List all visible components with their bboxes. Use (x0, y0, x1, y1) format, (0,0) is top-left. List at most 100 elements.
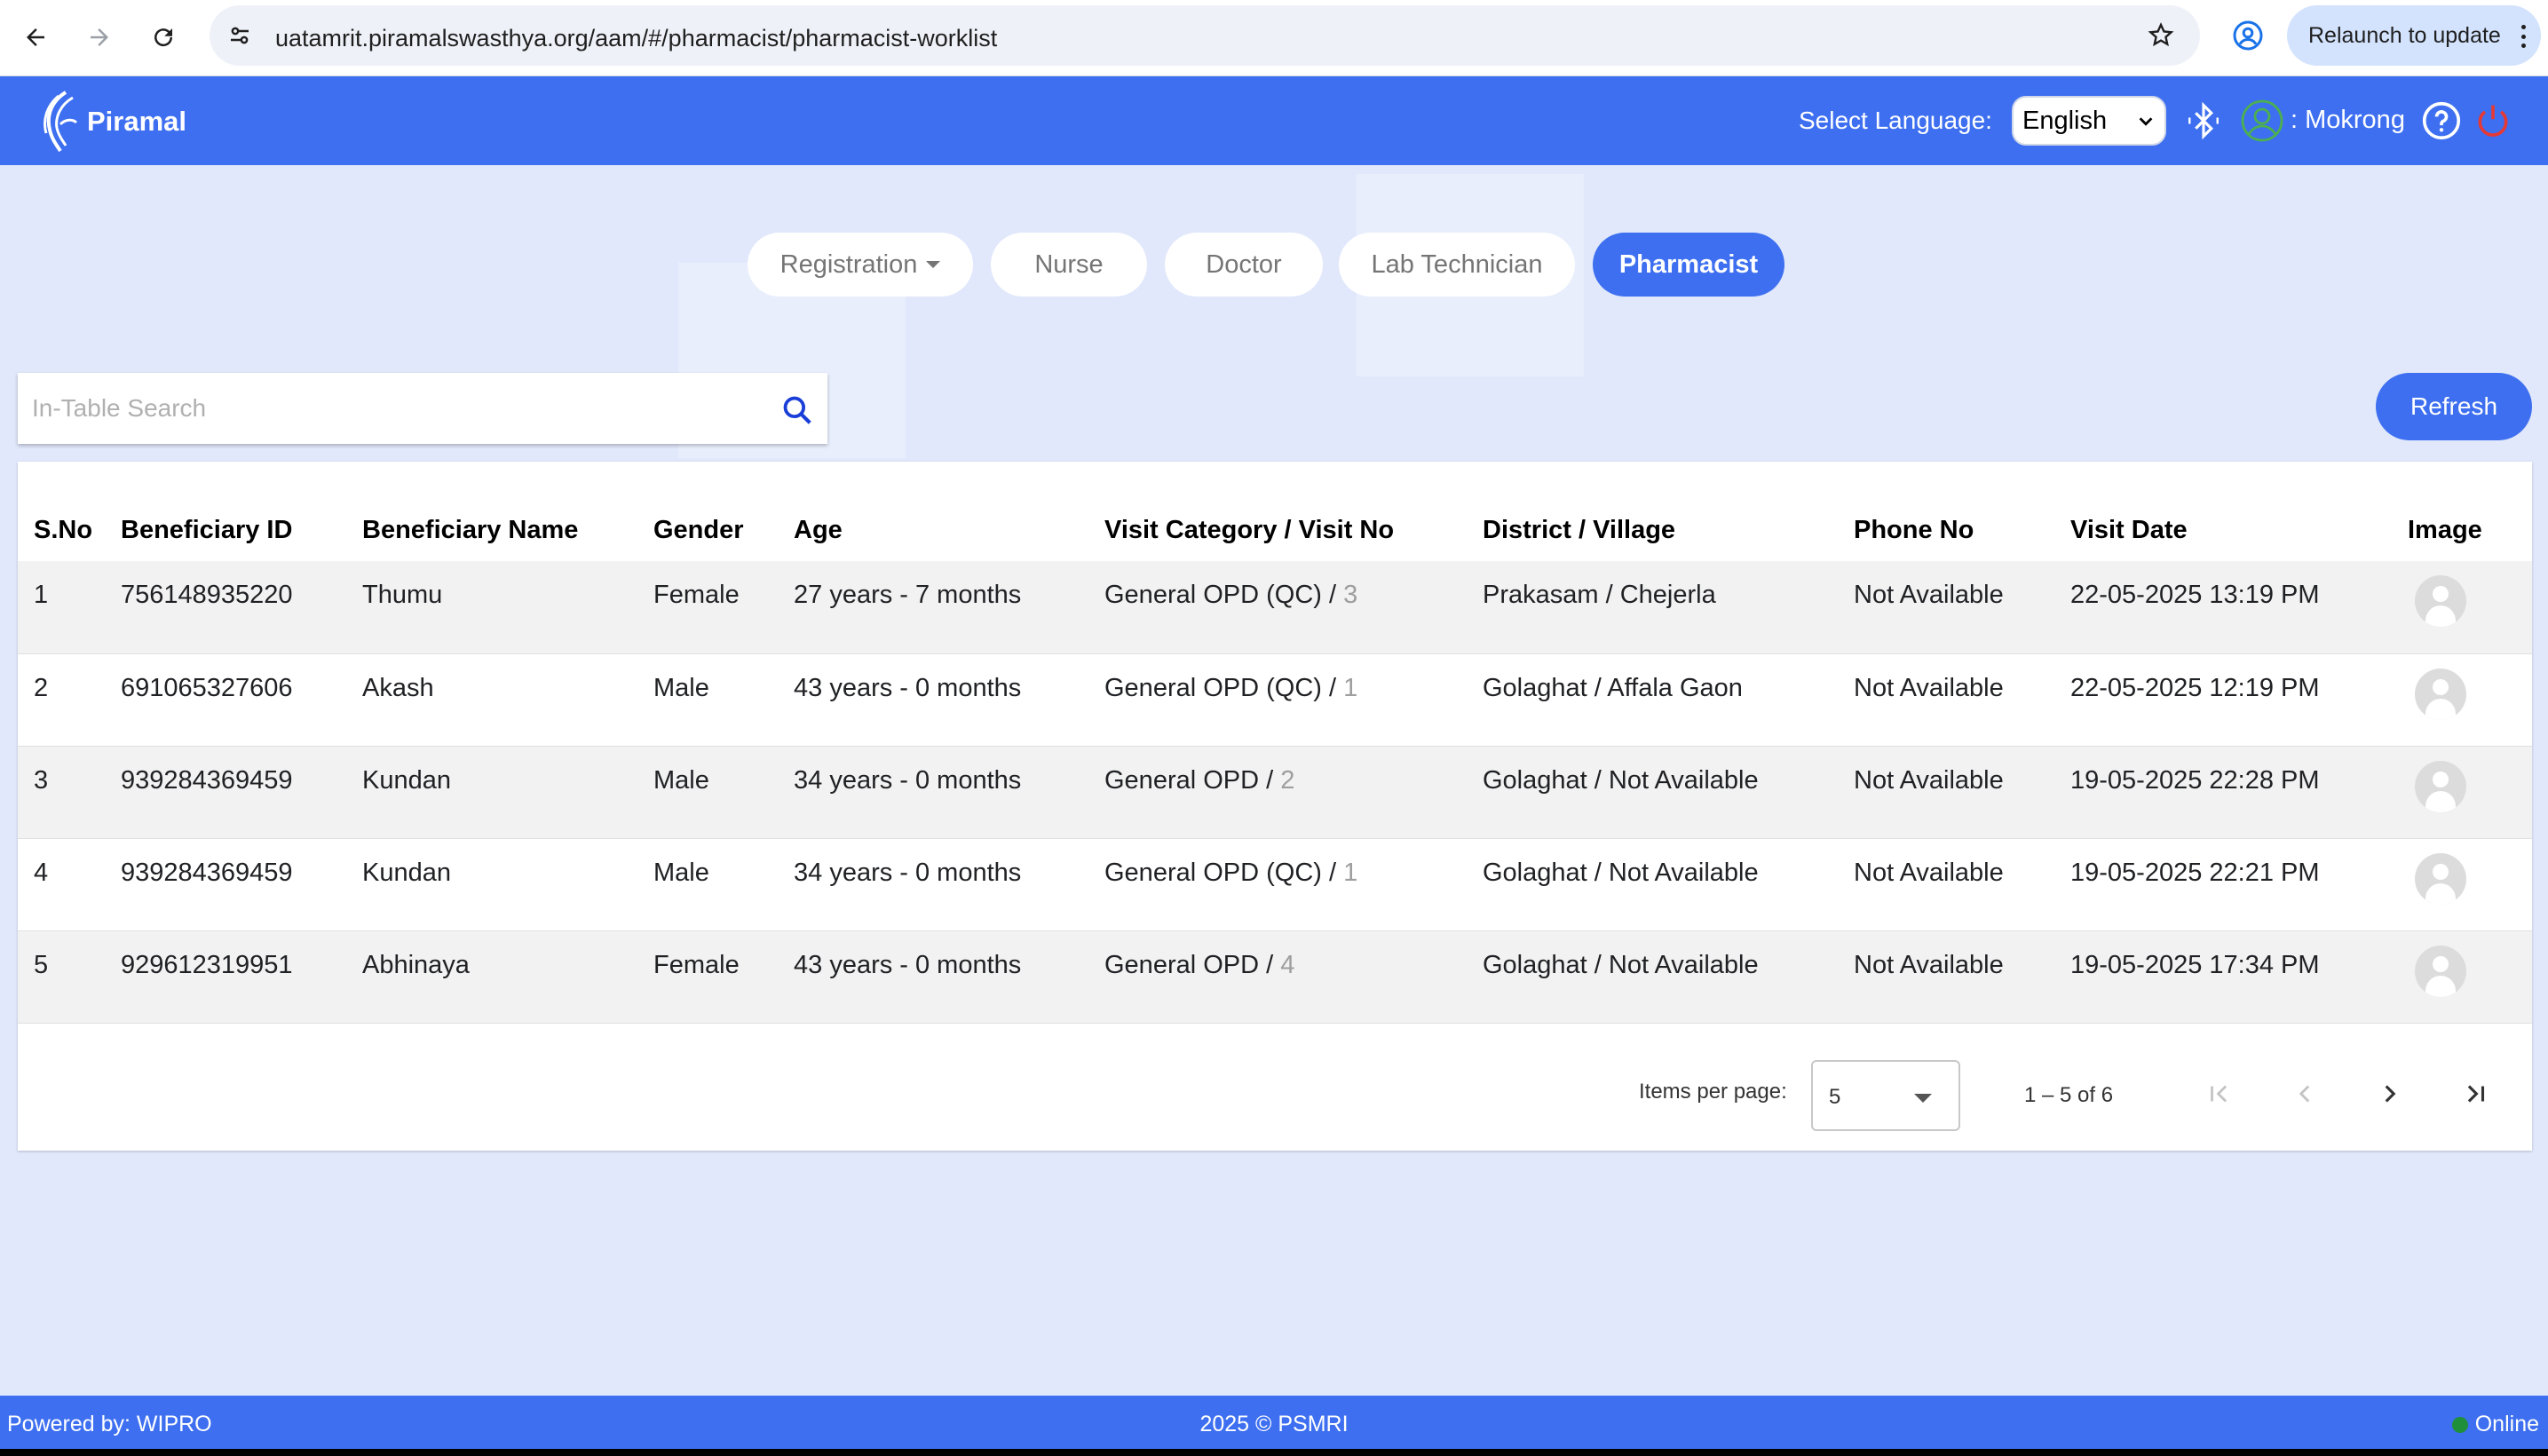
visit-category-text: General OPD / (1104, 765, 1281, 795)
tab-nurse[interactable]: Nurse (991, 233, 1147, 297)
cell-beneficiary-name: Akash (362, 653, 653, 747)
tab-nurse-label: Nurse (1034, 249, 1104, 279)
tab-registration-label: Registration (779, 249, 918, 279)
table-row[interactable]: 2 691065327606 Akash Male 43 years - 0 m… (18, 653, 2532, 747)
cell-visit-category: General OPD (QC) / 1 (1104, 653, 1483, 747)
chevron-down-icon (2139, 117, 2153, 126)
visit-number: 4 (1280, 950, 1295, 979)
page-range-label: 1 – 5 of 6 (2024, 1083, 2114, 1107)
table-row[interactable]: 4 939284369459 Kundan Male 34 years - 0 … (18, 838, 2532, 931)
column-header-visit-category: Visit Category / Visit No (1104, 516, 1395, 544)
table-row[interactable]: 3 939284369459 Kundan Male 34 years - 0 … (18, 746, 2532, 839)
column-header-sno: S.No (34, 516, 93, 544)
first-page-icon[interactable] (2198, 1072, 2241, 1115)
online-status-dot-icon (2451, 1416, 2468, 1433)
cell-visit-date: 19-05-2025 17:34 PM (2070, 930, 2408, 1024)
tab-doctor-label: Doctor (1206, 249, 1282, 279)
cell-beneficiary-name: Kundan (362, 838, 653, 931)
next-page-icon[interactable] (2369, 1072, 2411, 1115)
beneficiary-avatar-icon[interactable] (2415, 945, 2466, 997)
cell-beneficiary-id: 929612319951 (121, 930, 362, 1024)
search-icon[interactable] (778, 391, 817, 430)
cell-gender: Male (653, 746, 794, 839)
cell-phone: Not Available (1854, 838, 2070, 931)
cell-district-village: Prakasam / Chejerla (1483, 561, 1854, 654)
cell-gender: Male (653, 653, 794, 747)
cell-district-village: Golaghat / Not Available (1483, 746, 1854, 839)
items-per-page-select[interactable]: 5 (1811, 1060, 1960, 1131)
url-text: uatamrit.piramalswasthya.org/aam/#/pharm… (275, 25, 998, 51)
profile-icon[interactable] (2228, 16, 2267, 55)
column-header-phone: Phone No (1854, 516, 1974, 544)
cell-district-village: Golaghat / Affala Gaon (1483, 653, 1854, 747)
user-name: : Mokrong (2291, 106, 2405, 134)
tab-pharmacist-label: Pharmacist (1618, 249, 1759, 279)
cell-sno: 4 (18, 838, 121, 931)
cell-age: 34 years - 0 months (794, 838, 1104, 931)
cell-sno: 2 (18, 653, 121, 747)
help-icon[interactable] (2420, 99, 2463, 142)
reload-icon[interactable] (144, 18, 183, 57)
worklist-table-card: S.No Beneficiary ID Beneficiary Name Gen… (18, 462, 2532, 1151)
back-arrow-icon[interactable] (16, 18, 55, 57)
cell-sno: 5 (18, 930, 121, 1024)
column-header-image: Image (2408, 516, 2482, 544)
relaunch-button[interactable]: Relaunch to update (2287, 5, 2541, 66)
beneficiary-avatar-icon[interactable] (2415, 668, 2466, 720)
more-vert-icon[interactable] (2520, 25, 2527, 48)
cell-visit-date: 22-05-2025 13:19 PM (2070, 561, 2408, 654)
table-search (18, 373, 827, 444)
previous-page-icon[interactable] (2283, 1072, 2326, 1115)
last-page-icon[interactable] (2454, 1072, 2497, 1115)
paginator: Items per page: 5 1 – 5 of 6 (18, 1051, 2532, 1131)
language-label: Select Language: (1799, 107, 1992, 134)
visit-number: 1 (1343, 673, 1358, 702)
cell-age: 43 years - 0 months (794, 653, 1104, 747)
cell-beneficiary-name: Thumu (362, 561, 653, 654)
online-status: Online (2451, 1412, 2539, 1437)
cell-gender: Female (653, 561, 794, 654)
visit-number: 3 (1343, 581, 1358, 609)
relaunch-label: Relaunch to update (2308, 22, 2501, 48)
table-row[interactable]: 1 756148935220 Thumu Female 27 years - 7… (18, 561, 2532, 654)
cell-beneficiary-id: 691065327606 (121, 653, 362, 747)
tab-pharmacist[interactable]: Pharmacist (1593, 233, 1784, 297)
table-row[interactable]: 5 929612319951 Abhinaya Female 43 years … (18, 930, 2532, 1024)
cell-image (2408, 746, 2532, 839)
cell-age: 43 years - 0 months (794, 930, 1104, 1024)
cell-visit-category: General OPD (QC) / 3 (1104, 561, 1483, 654)
search-input[interactable] (32, 391, 724, 426)
cell-gender: Male (653, 838, 794, 931)
bookmark-star-icon[interactable] (2143, 18, 2179, 53)
language-select[interactable]: English (2012, 96, 2166, 146)
caret-down-icon (926, 261, 941, 268)
beneficiary-avatar-icon[interactable] (2415, 760, 2466, 812)
footer: 2025 © PSMRI Powered by: WIPRO Online (0, 1396, 2548, 1449)
site-settings-icon[interactable] (222, 18, 257, 53)
app-header: Piramal Select Language: English : Mokro… (0, 76, 2548, 165)
tab-doctor[interactable]: Doctor (1165, 233, 1323, 297)
forward-arrow-icon[interactable] (80, 18, 119, 57)
piramal-logo[interactable]: Piramal (39, 89, 186, 154)
user-avatar-icon[interactable] (2241, 99, 2283, 142)
power-logout-icon[interactable] (2472, 99, 2514, 142)
language-value: English (2022, 106, 2108, 135)
tab-lab-technician[interactable]: Lab Technician (1339, 233, 1575, 297)
bluetooth-icon[interactable] (2182, 99, 2225, 142)
address-bar[interactable]: uatamrit.piramalswasthya.org/aam/#/pharm… (210, 5, 2200, 66)
online-status-label: Online (2474, 1412, 2539, 1436)
tab-registration[interactable]: Registration (748, 233, 973, 297)
items-per-page-label: Items per page: (1639, 1080, 1787, 1104)
cell-image (2408, 930, 2532, 1024)
cell-visit-date: 19-05-2025 22:21 PM (2070, 838, 2408, 931)
cell-image (2408, 561, 2532, 654)
cell-sno: 3 (18, 746, 121, 839)
column-header-beneficiary-name: Beneficiary Name (362, 516, 579, 544)
visit-number: 1 (1343, 858, 1358, 887)
refresh-button[interactable]: Refresh (2376, 373, 2532, 440)
beneficiary-avatar-icon[interactable] (2415, 852, 2466, 905)
cell-beneficiary-name: Kundan (362, 746, 653, 839)
column-header-visit-date: Visit Date (2070, 516, 2188, 544)
cell-phone: Not Available (1854, 930, 2070, 1024)
beneficiary-avatar-icon[interactable] (2415, 575, 2466, 627)
